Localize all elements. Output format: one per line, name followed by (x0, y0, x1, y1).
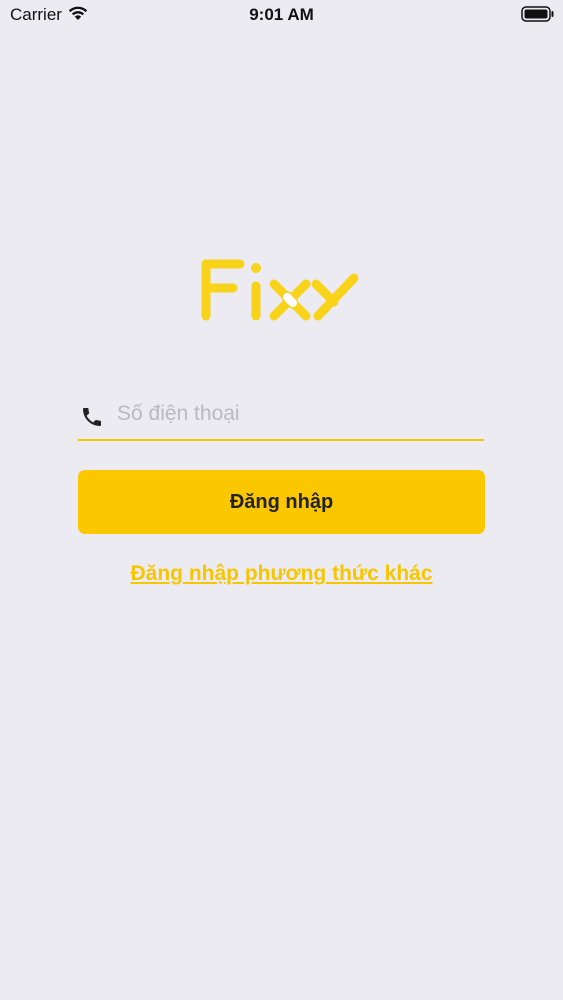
phone-number-input[interactable] (117, 399, 477, 429)
login-button[interactable]: Đăng nhập (78, 470, 485, 534)
status-bar: Carrier 9:01 AM (0, 0, 563, 30)
battery-icon (521, 6, 555, 22)
phone-field (78, 393, 484, 441)
other-login-method-label[interactable]: Đăng nhập phương thức khác (130, 562, 432, 585)
wifi-icon (68, 5, 88, 21)
fixy-logo (198, 256, 362, 326)
carrier-label: Carrier (10, 5, 62, 24)
phone-icon (80, 405, 104, 429)
other-login-method-link[interactable]: Đăng nhập phương thức khác (0, 562, 563, 586)
login-screen: Carrier 9:01 AM Số điện thoại Đăng nhập … (0, 0, 563, 1000)
